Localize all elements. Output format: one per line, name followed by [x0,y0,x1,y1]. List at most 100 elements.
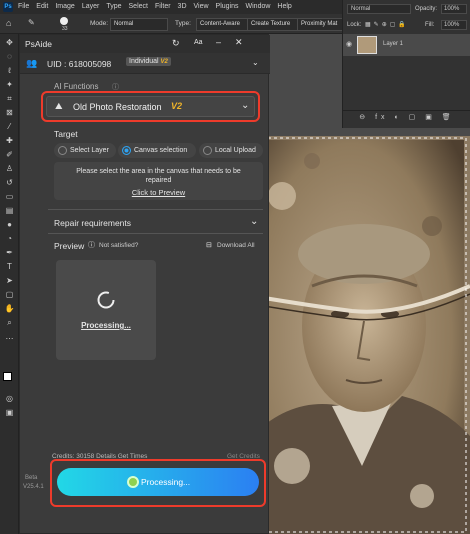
function-name: Old Photo Restoration [73,102,162,112]
lock-label: Lock: [347,22,362,28]
download-all-button[interactable]: Download All [217,242,255,249]
fill-label: Fill: [425,22,435,28]
minimize-icon[interactable]: – [216,37,221,47]
path-select-icon[interactable]: ➤ [4,276,15,285]
opacity-input[interactable]: 100% [441,4,467,14]
screen-mode-icon[interactable]: ▣ [4,408,15,417]
menu-item-image[interactable]: Image [55,3,74,10]
shape-tool-icon[interactable]: ▢ [4,290,15,299]
dodge-tool-icon[interactable]: ◔ [4,234,15,243]
brush-size: 33 [62,26,68,32]
menu-item-plugins[interactable]: Plugins [216,3,239,10]
crop-tool-icon[interactable]: ⌗ [4,94,15,103]
progress-dot-icon [127,476,139,488]
quick-select-tool-icon[interactable]: ✦ [4,80,15,89]
target-label: Target [54,129,78,139]
eyedropper-tool-icon[interactable]: ⁄ [4,122,15,131]
menu-item-edit[interactable]: Edit [36,3,48,10]
mode-select[interactable]: Normal [110,18,168,31]
refresh-icon[interactable]: ↻ [172,38,180,49]
plan-badge[interactable]: Individual V2 [126,57,171,66]
lasso-tool-icon[interactable]: ℓ [4,66,15,75]
layer-name[interactable]: Layer 1 [383,41,403,47]
visibility-eye-icon[interactable]: ◉ [346,40,352,48]
loading-spinner-icon [97,291,115,309]
menu-item-view[interactable]: View [194,3,209,10]
preview-label: Preview [54,241,85,251]
mode-label: Mode: [90,20,109,27]
help-icon[interactable]: ⓘ [88,240,95,250]
stamp-tool-icon[interactable]: ♙ [4,164,15,173]
menu-item-file[interactable]: File [18,3,29,10]
pen-tool-icon[interactable]: ✒ [4,248,15,257]
menu-item-3d[interactable]: 3D [178,3,187,10]
blur-tool-icon[interactable]: ● [4,220,15,229]
chevron-down-icon[interactable]: ⌄ [250,216,258,227]
psaide-panel: PsAide ↻ Aa – ✕ 👥 UID : 618005098 Indivi… [19,34,270,534]
menu-item-help[interactable]: Help [277,3,291,10]
frame-tool-icon[interactable]: ⊠ [4,108,15,117]
photoshop-logo: Ps [3,2,13,12]
marquee-tool-icon[interactable]: ◌ [4,52,15,61]
version-beta: Beta [25,475,38,481]
version-number: V25.4.1 [23,484,44,490]
type-label: Type: [175,20,191,27]
ai-functions-label: AI Functions [54,82,99,91]
type-tool-icon[interactable]: T [4,262,15,271]
processing-button[interactable]: Processing... [57,468,259,496]
brush-preview[interactable] [60,17,68,25]
close-icon[interactable]: ✕ [235,37,243,48]
brush-tool-icon[interactable]: ✐ [4,150,15,159]
target-hint: Please select the area in the canvas tha… [76,168,241,184]
target-canvas-selection[interactable]: Canvas selection [118,143,196,158]
divider [48,233,263,234]
content-aware-option[interactable]: Content-Aware [196,18,252,31]
function-select[interactable]: ⛰ Old Photo Restoration V2 ⌄ [46,96,255,117]
home-icon[interactable]: ⌂ [6,18,11,28]
fill-input[interactable]: 100% [441,20,467,30]
history-brush-icon[interactable]: ↺ [4,178,15,187]
panel-title: PsAide [25,39,52,49]
click-to-preview-link[interactable]: Click to Preview [54,188,263,197]
healing-tool-icon[interactable]: ✚ [4,136,15,145]
target-hint-box: Please select the area in the canvas tha… [54,162,263,200]
processing-button-label: Processing... [141,477,191,487]
download-icon[interactable]: ⊟ [206,241,212,249]
layer-row[interactable]: ◉ Layer 1 [343,34,470,56]
move-tool-icon[interactable]: ✥ [4,38,15,47]
uid-text: UID : 618005098 [47,59,112,69]
not-satisfied-link[interactable]: Not satisfied? [99,242,138,249]
canvas-photo[interactable] [252,136,470,534]
preview-tile[interactable]: Processing... [56,260,156,360]
hand-tool-icon[interactable]: ✋ [4,304,15,313]
quick-mask-icon[interactable]: ◎ [4,394,15,403]
target-local-upload[interactable]: Local Upload [199,143,263,158]
chevron-down-icon[interactable]: ⌄ [252,58,259,67]
menu-item-window[interactable]: Window [246,3,271,10]
menu-item-type[interactable]: Type [106,3,121,10]
layers-footer-icons[interactable]: ⊖ fx ◐ ▢ ▣ 🗑 [343,110,470,124]
target-select-layer[interactable]: Select Layer [54,143,116,158]
menu-item-filter[interactable]: Filter [155,3,171,10]
uid-row: 👥 UID : 618005098 Individual V2 ⌄ [20,53,270,74]
font-size-icon[interactable]: Aa [194,39,203,46]
repair-requirements-label[interactable]: Repair requirements [54,218,131,228]
options-bar: ⌂ ✎ 33 Mode: Normal Type: Content-Aware … [0,14,350,34]
create-texture-option[interactable]: Create Texture [247,18,301,31]
healing-brush-icon[interactable]: ✎ [28,18,35,27]
eraser-tool-icon[interactable]: ▭ [4,192,15,201]
preview-processing-text: Processing... [81,321,131,330]
foreground-color-swatch[interactable] [3,372,12,381]
menu-item-select[interactable]: Select [129,3,148,10]
menu-item-layer[interactable]: Layer [82,3,100,10]
zoom-tool-icon[interactable]: ⌕ [4,318,15,327]
blend-mode-select[interactable]: Normal [347,4,411,14]
tools-panel: ✥ ◌ ℓ ✦ ⌗ ⊠ ⁄ ✚ ✐ ♙ ↺ ▭ ▤ ● ◔ ✒ T ➤ ▢ ✋ … [0,34,19,534]
gradient-tool-icon[interactable]: ▤ [4,206,15,215]
menu-items: File Edit Image Layer Type Select Filter 3D View… [18,3,292,10]
more-tools-icon[interactable]: ⋯ [4,334,15,343]
divider [48,209,263,210]
panel-header: PsAide ↻ Aa – ✕ [20,35,270,53]
chevron-down-icon[interactable]: ⌄ [241,100,249,111]
lock-icons[interactable]: ▦✎⊕▢🔒 [365,21,409,28]
